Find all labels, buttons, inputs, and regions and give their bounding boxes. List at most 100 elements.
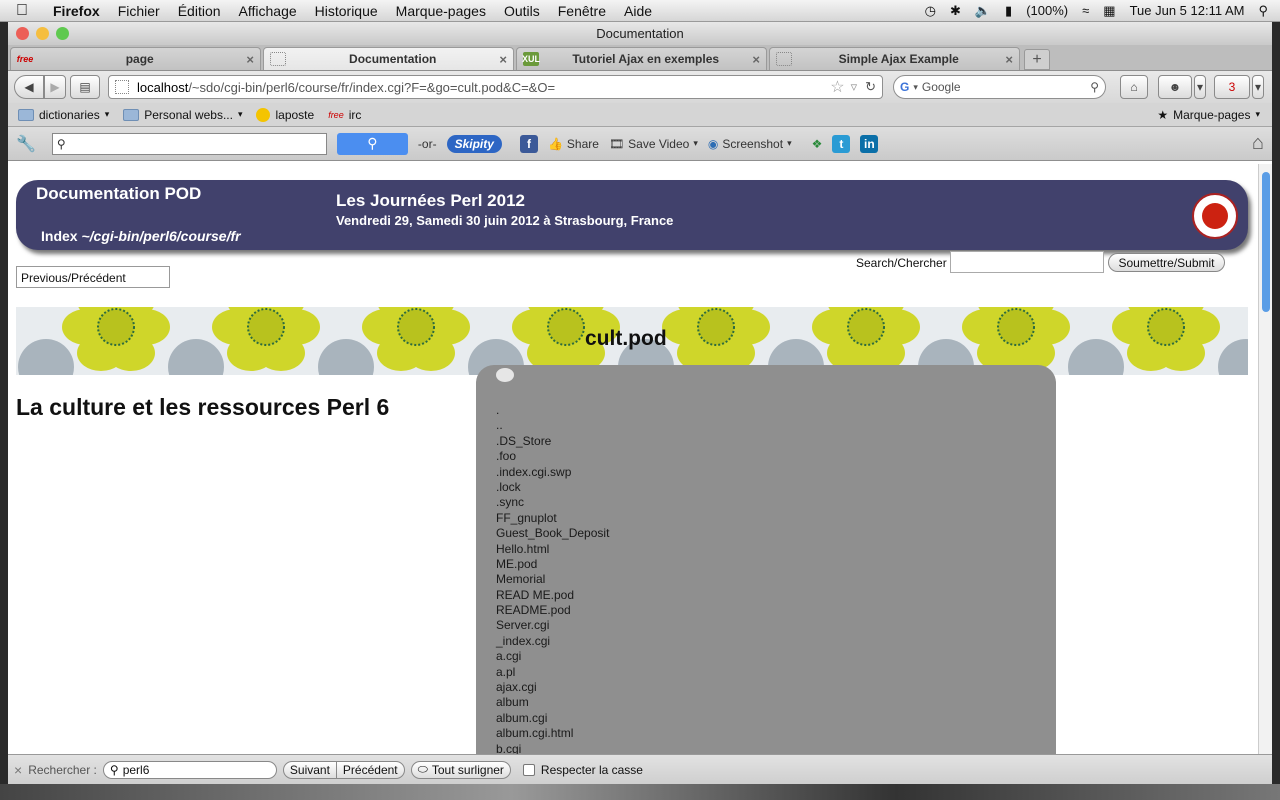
vertical-scrollbar[interactable] xyxy=(1258,164,1272,754)
highlight-all-button[interactable]: ⬭ Tout surligner xyxy=(410,760,511,779)
file-item[interactable]: README.pod xyxy=(496,603,609,618)
menu-edition[interactable]: Édition xyxy=(169,3,230,19)
menu-fenetre[interactable]: Fenêtre xyxy=(549,3,615,19)
calendar-icon[interactable]: ▦ xyxy=(1103,3,1115,19)
event-title[interactable]: Les Journées Perl 2012 xyxy=(336,191,525,211)
time-machine-icon[interactable]: ◷ xyxy=(925,3,936,19)
reload-icon[interactable]: ↻ xyxy=(865,79,876,95)
new-tab-button[interactable]: + xyxy=(1024,49,1050,70)
menu-affichage[interactable]: Affichage xyxy=(230,3,306,19)
menu-outils[interactable]: Outils xyxy=(495,3,549,19)
home-icon[interactable]: ⌂ xyxy=(1252,132,1272,155)
bookmark-dictionaries[interactable]: dictionaries ▾ xyxy=(18,108,109,122)
forward-button[interactable]: ▶ xyxy=(44,75,66,99)
close-tab-icon[interactable]: × xyxy=(752,52,760,67)
tab-page[interactable]: free page × xyxy=(10,47,261,70)
spotlight-icon[interactable]: ⚲ xyxy=(1258,3,1268,19)
facebook-icon[interactable]: f xyxy=(519,134,538,153)
bookmark-personal-webs[interactable]: Personal webs... ▾ xyxy=(123,108,242,122)
close-findbar-icon[interactable]: × xyxy=(14,762,22,778)
clock[interactable]: Tue Jun 5 12:11 AM xyxy=(1130,3,1245,18)
close-tab-icon[interactable]: × xyxy=(499,52,507,67)
mongueurs-logo[interactable] xyxy=(1192,193,1238,239)
share-button[interactable]: 👍 Share xyxy=(548,137,599,151)
zoom-window-icon[interactable] xyxy=(56,27,69,40)
file-item[interactable]: a.pl xyxy=(496,665,609,680)
addon-dropdown-button[interactable]: ▾ xyxy=(1194,75,1206,99)
file-item[interactable]: Hello.html xyxy=(496,542,609,557)
file-item[interactable]: .. xyxy=(496,418,609,433)
previous-button[interactable]: Previous/Précédent xyxy=(16,266,170,288)
magnifier-icon[interactable]: ⚲ xyxy=(1090,80,1099,94)
file-item[interactable]: .lock xyxy=(496,480,609,495)
tab-simple-ajax[interactable]: Simple Ajax Example × xyxy=(769,47,1020,70)
file-item[interactable]: ajax.cgi xyxy=(496,680,609,695)
addon-button[interactable]: ☻ xyxy=(1158,75,1192,99)
close-tab-icon[interactable]: × xyxy=(1005,52,1013,67)
save-video-button[interactable]: 🎞 Save Video ▾ xyxy=(609,137,698,151)
bookmark-star-icon[interactable]: ☆ xyxy=(830,77,844,97)
bookmarks-menu[interactable]: ★ Marque-pages ▾ xyxy=(1157,108,1272,122)
file-item[interactable]: b.cgi xyxy=(496,742,609,754)
screenshot-button[interactable]: ◉ Screenshot ▾ xyxy=(708,137,792,151)
menu-historique[interactable]: Historique xyxy=(306,3,387,19)
linkedin-icon[interactable]: in xyxy=(860,134,879,153)
delicious-icon[interactable]: ❖ xyxy=(812,137,823,151)
toolbar-search-button[interactable]: ⚲ xyxy=(336,132,408,155)
panel-toggle-icon[interactable] xyxy=(496,368,514,382)
file-item[interactable]: FF_gnuplot xyxy=(496,511,609,526)
index-path-link[interactable]: ~/cgi-bin/perl6/course/fr xyxy=(81,228,240,244)
wrench-icon[interactable]: 🔧 xyxy=(16,134,36,154)
history-dropdown-icon[interactable]: ▿ xyxy=(851,79,858,95)
file-item[interactable]: .DS_Store xyxy=(496,434,609,449)
find-next-button[interactable]: Suivant xyxy=(282,760,337,779)
match-case-checkbox[interactable]: Respecter la casse xyxy=(522,763,643,777)
file-item[interactable]: READ ME.pod xyxy=(496,588,609,603)
wifi-icon[interactable]: ≈ xyxy=(1082,3,1089,18)
panorama-button[interactable]: ▤ xyxy=(70,75,100,99)
header-index[interactable]: Index ~/cgi-bin/perl6/course/fr xyxy=(41,228,241,244)
notification-dropdown-button[interactable]: ▾ xyxy=(1252,75,1264,99)
bluetooth-icon[interactable]: ✱ xyxy=(950,3,961,19)
find-input[interactable]: ⚲ perl6 xyxy=(102,760,277,779)
close-window-icon[interactable] xyxy=(16,27,29,40)
page-search-input[interactable] xyxy=(950,251,1104,273)
menu-aide[interactable]: Aide xyxy=(615,3,661,19)
search-bar[interactable]: G ▾ Google ⚲ xyxy=(893,75,1106,99)
site-identity-icon[interactable] xyxy=(115,80,129,94)
file-item[interactable]: Memorial xyxy=(496,572,609,587)
file-item[interactable]: a.cgi xyxy=(496,649,609,664)
twitter-icon[interactable]: t xyxy=(832,134,851,153)
menu-marque-pages[interactable]: Marque-pages xyxy=(387,3,495,19)
home-button[interactable]: ⌂ xyxy=(1120,75,1148,99)
volume-icon[interactable]: 🔈 xyxy=(975,3,991,19)
menu-fichier[interactable]: Fichier xyxy=(109,3,169,19)
file-item[interactable]: .sync xyxy=(496,495,609,510)
skipity-logo[interactable]: Skipity xyxy=(446,134,502,153)
google-icon[interactable]: G xyxy=(900,80,909,94)
scrollbar-thumb[interactable] xyxy=(1262,172,1270,312)
file-item[interactable]: album.cgi xyxy=(496,711,609,726)
file-item[interactable]: ME.pod xyxy=(496,557,609,572)
bookmark-laposte[interactable]: laposte xyxy=(256,107,314,122)
find-previous-button[interactable]: Précédent xyxy=(335,760,405,779)
file-item[interactable]: _index.cgi xyxy=(496,634,609,649)
url-bar[interactable]: localhost /~sdo/cgi-bin/perl6/course/fr/… xyxy=(108,75,883,99)
close-tab-icon[interactable]: × xyxy=(246,52,254,67)
file-item[interactable]: . xyxy=(496,403,609,418)
file-item[interactable]: .index.cgi.swp xyxy=(496,465,609,480)
toolbar-search-input[interactable]: ⚲ xyxy=(51,132,327,155)
file-item[interactable]: album xyxy=(496,695,609,710)
menu-firefox[interactable]: Firefox xyxy=(44,3,109,19)
file-item[interactable]: Guest_Book_Deposit xyxy=(496,526,609,541)
tab-documentation[interactable]: Documentation × xyxy=(263,47,514,70)
minimize-window-icon[interactable] xyxy=(36,27,49,40)
notification-button[interactable]: 3 xyxy=(1214,75,1250,99)
file-item[interactable]: Server.cgi xyxy=(496,618,609,633)
file-item[interactable]: album.cgi.html xyxy=(496,726,609,741)
bookmark-irc[interactable]: free irc xyxy=(328,108,361,122)
file-item[interactable]: .foo xyxy=(496,449,609,464)
chevron-down-icon[interactable]: ▾ xyxy=(913,82,918,93)
apple-icon[interactable]:  xyxy=(0,2,44,20)
back-button[interactable]: ◀ xyxy=(14,75,44,99)
